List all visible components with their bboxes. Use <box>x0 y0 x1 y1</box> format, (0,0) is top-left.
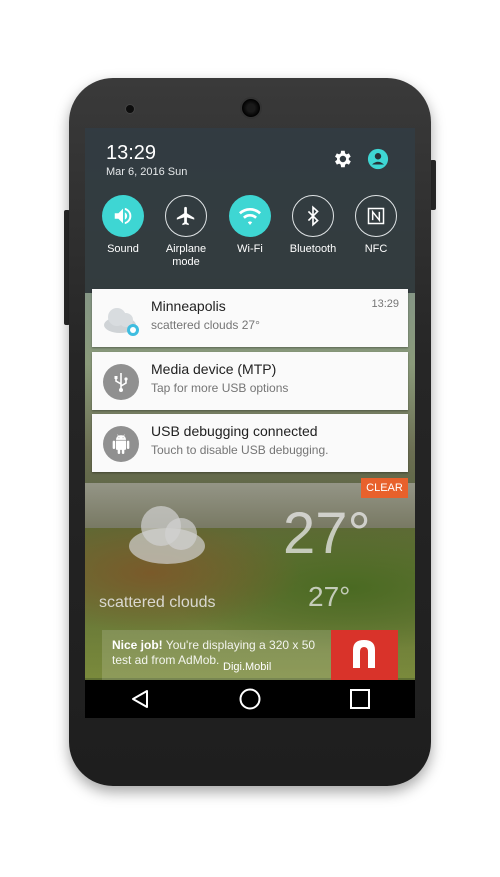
screen: 27° 27° scattered clouds Nice job! You'r… <box>85 128 415 718</box>
qs-nfc[interactable]: NFC <box>346 195 406 256</box>
qs-airplane-label: Airplane mode <box>165 243 207 268</box>
user-avatar-icon[interactable] <box>367 148 389 170</box>
notification-subtitle: Tap for more USB options <box>151 381 289 395</box>
home-circle-icon <box>239 688 261 710</box>
ad-text: Nice job! You're displaying a 320 x 50 t… <box>112 638 316 667</box>
back-button[interactable] <box>120 684 160 714</box>
clock-date[interactable]: Mar 6, 2016 Sun <box>106 166 187 178</box>
clock-time: 13:29 <box>106 142 157 164</box>
settings-gear-icon[interactable] <box>331 148 353 170</box>
notification-time: 13:29 <box>371 298 399 310</box>
back-triangle-icon <box>132 690 148 708</box>
front-camera <box>125 104 135 114</box>
notification-subtitle: scattered clouds 27° <box>151 318 260 332</box>
qs-bluetooth[interactable]: Bluetooth <box>283 195 343 256</box>
qs-sound-label: Sound <box>107 243 139 255</box>
navigation-bar <box>85 680 415 718</box>
android-icon <box>103 426 139 462</box>
qs-sound[interactable]: Sound <box>93 195 153 256</box>
airplane-icon <box>165 195 207 237</box>
nfc-icon <box>355 195 397 237</box>
volume-icon <box>102 195 144 237</box>
qs-wifi-label: Wi-Fi <box>237 243 263 255</box>
notification-usb-debugging[interactable]: USB debugging connected Touch to disable… <box>92 414 408 472</box>
qs-nfc-label: NFC <box>364 243 388 255</box>
qs-airplane[interactable]: Airplane mode <box>156 195 216 269</box>
large-cloud-icon <box>129 506 205 564</box>
ad-brand: Digi.Mobil <box>223 661 272 673</box>
wifi-icon <box>229 195 271 237</box>
adchoices-logo <box>331 630 398 680</box>
notification-title: Media device (MTP) <box>151 361 277 377</box>
notification-title: Minneapolis <box>151 298 226 314</box>
recents-square-icon <box>350 689 370 709</box>
notification-subtitle: Touch to disable USB debugging. <box>151 443 329 457</box>
usb-icon <box>103 364 139 400</box>
qs-wifi[interactable]: Wi-Fi <box>220 195 280 256</box>
earpiece-speaker <box>240 97 262 119</box>
widget-condition: scattered clouds <box>99 594 216 611</box>
qs-bluetooth-label: Bluetooth <box>289 243 337 255</box>
clear-all-button[interactable]: CLEAR <box>361 478 408 498</box>
cloud-icon <box>104 308 139 336</box>
notification-title: USB debugging connected <box>151 423 318 439</box>
home-button[interactable] <box>230 684 270 714</box>
widget-temperature-small: 27° <box>308 581 351 612</box>
recents-button[interactable] <box>340 684 380 714</box>
widget-temperature: 27° <box>283 501 371 566</box>
notification-weather[interactable]: Minneapolis scattered clouds 27° 13:29 <box>92 289 408 347</box>
notification-usb-mtp[interactable]: Media device (MTP) Tap for more USB opti… <box>92 352 408 410</box>
bluetooth-icon <box>292 195 334 237</box>
